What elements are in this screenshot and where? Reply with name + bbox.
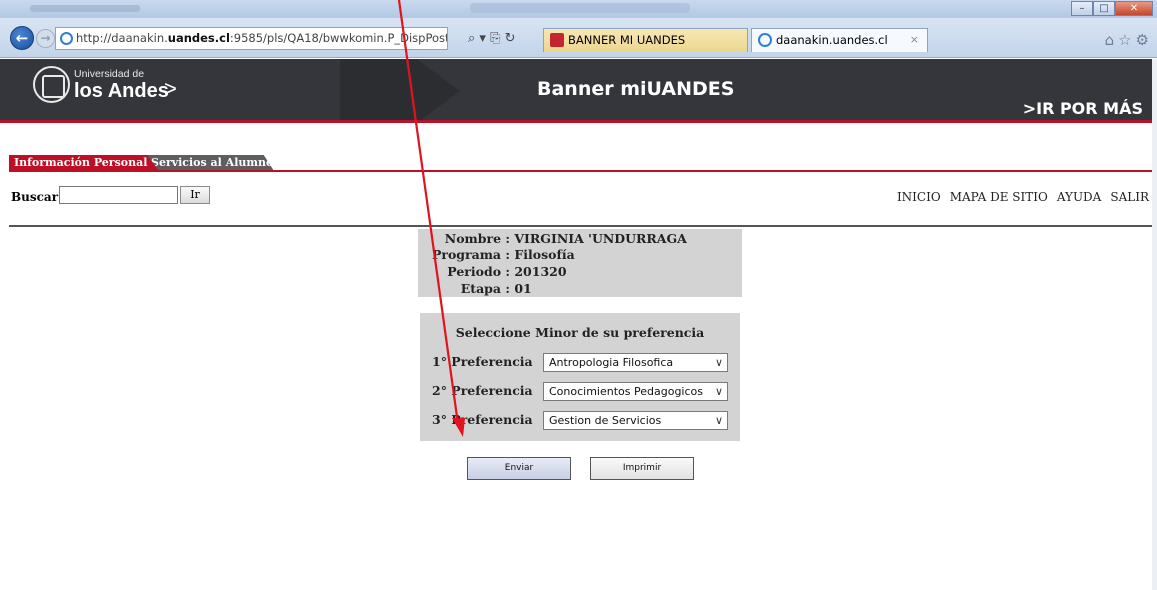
titlebar-quick-access <box>30 5 140 12</box>
banner-chevron-band <box>340 59 390 123</box>
site-banner: Universidad de los Andes > Banner miUAND… <box>0 59 1152 123</box>
preference-3-label: 3° Preferencia <box>432 412 533 427</box>
preference-2-selected: Conocimientos Pedagogicos <box>549 385 703 398</box>
window-title-blurred <box>470 3 690 13</box>
banner-title: Banner miUANDES <box>537 78 735 100</box>
window-controls: – □ ✕ <box>1071 1 1153 16</box>
preference-2-select[interactable]: Conocimientos Pedagogicos ∨ <box>543 382 728 401</box>
maximize-button[interactable]: □ <box>1093 1 1115 16</box>
nombre-label: Nombre : <box>444 231 510 246</box>
address-prefix: http://daanakin. <box>76 31 168 45</box>
search-go-button[interactable]: Ir <box>180 186 210 204</box>
banner-red-stripe <box>0 120 1152 123</box>
address-host: uandes.cl <box>167 31 230 45</box>
university-label: Universidad de <box>74 68 145 80</box>
link-salir[interactable]: SALIR <box>1110 190 1149 204</box>
page-content: Universidad de los Andes > Banner miUAND… <box>0 59 1152 590</box>
enviar-button[interactable]: Enviar <box>467 457 571 480</box>
forward-button[interactable]: → <box>36 29 55 48</box>
university-name[interactable]: los Andes <box>74 80 169 103</box>
preference-1-label: 1° Preferencia <box>432 354 533 369</box>
etapa-value: 01 <box>514 281 532 296</box>
browser-navbar: ← → http://daanakin.uandes.cl:9585/pls/Q… <box>0 18 1157 58</box>
preference-1-selected: Antropologia Filosofica <box>549 356 674 369</box>
chevron-down-icon: ∨ <box>714 356 723 369</box>
ie-page-icon <box>60 32 73 45</box>
banner-favicon-icon <box>550 33 564 47</box>
programa-label: Programa : <box>431 247 510 262</box>
ie-favicon-icon <box>758 33 772 47</box>
browser-tab-label: BANNER MI UANDES <box>568 33 686 47</box>
programa-value: Filosofía <box>514 247 575 262</box>
preference-3-select[interactable]: Gestion de Servicios ∨ <box>543 411 728 430</box>
browser-tab-banner[interactable]: BANNER MI UANDES <box>543 28 748 52</box>
link-ayuda[interactable]: AYUDA <box>1057 190 1102 204</box>
university-seal-icon <box>33 66 70 103</box>
link-mapa-de-sitio[interactable]: MAPA DE SITIO <box>950 190 1048 204</box>
address-path: :9585/pls/QA18/bwwkomin.P_DispPostularMi… <box>229 31 447 45</box>
minor-preference-form: Seleccione Minor de su preferencia 1° Pr… <box>420 313 740 441</box>
chevron-down-icon: ∨ <box>714 385 723 398</box>
close-window-button[interactable]: ✕ <box>1115 1 1153 16</box>
tab-servicios-al-alumno[interactable]: Servicios al Alumno <box>146 155 274 171</box>
etapa-label: Etapa : <box>460 281 510 296</box>
browser-tab-label: daanakin.uandes.cl <box>776 33 888 47</box>
back-button[interactable]: ← <box>10 26 34 50</box>
minor-form-title: Seleccione Minor de su preferencia <box>455 325 705 340</box>
link-inicio[interactable]: INICIO <box>897 190 941 204</box>
preference-3-selected: Gestion de Servicios <box>549 414 662 427</box>
browser-tools-icons[interactable]: ⌂☆⚙ <box>1105 31 1153 49</box>
header-divider <box>9 225 1152 227</box>
nombre-value: VIRGINIA 'UNDURRAGA <box>514 231 687 246</box>
portal-tabs: Servicios al Alumno Información Personal <box>0 155 1152 171</box>
address-bar[interactable]: http://daanakin.uandes.cl:9585/pls/QA18/… <box>55 27 448 50</box>
tab-underline <box>9 170 1152 172</box>
preference-2-label: 2° Preferencia <box>432 383 533 398</box>
close-tab-icon[interactable]: × <box>910 29 919 51</box>
address-search-refresh-controls[interactable]: ⌕ ▾ ⎘ ↻ <box>452 27 542 50</box>
browser-tab-daanakin[interactable]: daanakin.uandes.cl × <box>751 28 928 52</box>
imprimir-button[interactable]: Imprimir <box>590 457 694 480</box>
banner-chevron <box>390 59 460 123</box>
top-navigation-links: INICIO MAPA DE SITIO AYUDA SALIR <box>897 190 1149 204</box>
ir-por-mas-link[interactable]: >IR POR MÁS <box>1023 99 1143 118</box>
preference-1-select[interactable]: Antropologia Filosofica ∨ <box>543 353 728 372</box>
periodo-label: Periodo : <box>447 264 510 279</box>
chevron-down-icon: ∨ <box>714 414 723 427</box>
periodo-value: 201320 <box>514 264 567 279</box>
minimize-button[interactable]: – <box>1071 1 1093 16</box>
university-arrow-icon[interactable]: > <box>164 76 177 102</box>
tab-informacion-personal[interactable]: Información Personal <box>9 155 159 171</box>
window-titlebar: – □ ✕ <box>0 0 1157 18</box>
page-scrollbar[interactable] <box>1152 59 1157 590</box>
search-label: Buscar <box>11 190 59 204</box>
search-input[interactable] <box>59 186 178 204</box>
student-info-box: Nombre : VIRGINIA 'UNDURRAGA Programa : … <box>418 229 742 297</box>
